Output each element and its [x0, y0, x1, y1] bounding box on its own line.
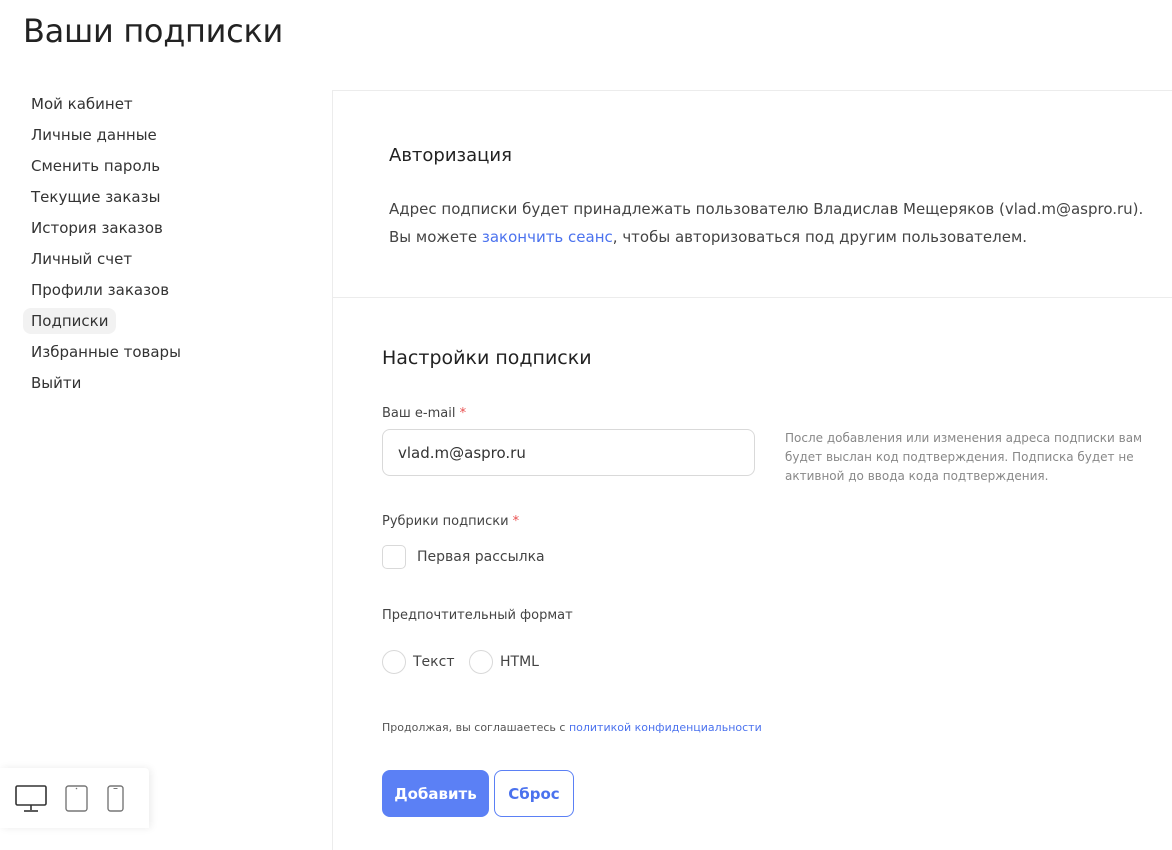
consent-text-before: Продолжая, вы соглашаетесь с	[382, 721, 569, 734]
format-label: Предпочтительный формат	[382, 608, 573, 623]
checkbox-label: Первая рассылка	[417, 549, 545, 565]
required-mark: *	[459, 406, 467, 421]
email-label: Ваш e-mail *	[382, 406, 466, 421]
auth-line-2-after: , чтобы авторизоваться под другим пользо…	[612, 228, 1028, 246]
auth-line-1: Адрес подписки будет принадлежать пользо…	[389, 200, 1144, 218]
sidebar-item-label: История заказов	[31, 219, 163, 237]
privacy-policy-link[interactable]: политикой конфиденциальности	[569, 721, 762, 734]
format-radio-html[interactable]: HTML	[469, 650, 539, 674]
tablet-icon[interactable]	[65, 785, 89, 817]
email-label-text: Ваш e-mail	[382, 406, 456, 421]
sidebar-item-label: Сменить пароль	[31, 157, 161, 175]
subscription-panel: Авторизация Адрес подписки будет принадл…	[332, 90, 1172, 850]
checkbox[interactable]	[382, 545, 406, 569]
sidebar-item-favorites[interactable]: Избранные товары	[23, 337, 303, 368]
radio-label: Текст	[413, 654, 455, 670]
sidebar-item-my-account[interactable]: Мой кабинет	[23, 89, 303, 120]
settings-title: Настройки подписки	[382, 347, 592, 369]
sidebar-item-label: Избранные товары	[31, 343, 181, 361]
sidebar-item-label: Личный счет	[31, 250, 133, 268]
mobile-icon[interactable]	[107, 785, 125, 817]
reset-button[interactable]: Сброс	[494, 770, 574, 817]
sidebar-nav: Мой кабинет Личные данные Сменить пароль…	[23, 89, 303, 399]
sidebar-item-logout[interactable]: Выйти	[23, 368, 303, 399]
radio-label: HTML	[500, 654, 539, 670]
add-button[interactable]: Добавить	[382, 770, 489, 817]
end-session-link[interactable]: закончить сеанс	[482, 228, 613, 246]
sidebar-item-subscriptions[interactable]: Подписки	[23, 306, 303, 337]
radio-button[interactable]	[469, 650, 493, 674]
sidebar-item-label: Личные данные	[31, 126, 157, 144]
sidebar-item-order-profiles[interactable]: Профили заказов	[23, 275, 303, 306]
sidebar-item-change-password[interactable]: Сменить пароль	[23, 151, 303, 182]
format-radio-text[interactable]: Текст	[382, 650, 454, 674]
sidebar-item-label: Выйти	[31, 374, 82, 392]
rubrics-label: Рубрики подписки *	[382, 514, 519, 529]
device-switcher	[0, 768, 149, 828]
auth-text: Адрес подписки будет принадлежать пользо…	[389, 195, 1172, 251]
rubric-checkbox-first-mailing[interactable]: Первая рассылка	[382, 545, 545, 569]
sidebar-item-label: Подписки	[23, 308, 117, 334]
page-title: Ваши подписки	[23, 12, 283, 50]
consent-text: Продолжая, вы соглашаетесь с политикой к…	[382, 721, 762, 734]
auth-section: Авторизация Адрес подписки будет принадл…	[333, 91, 1172, 298]
sidebar-item-label: Мой кабинет	[31, 95, 133, 113]
sidebar-item-personal-data[interactable]: Личные данные	[23, 120, 303, 151]
email-hint: После добавления или изменения адреса по…	[785, 431, 1143, 483]
sidebar-item-order-history[interactable]: История заказов	[23, 213, 303, 244]
sidebar-item-personal-account[interactable]: Личный счет	[23, 244, 303, 275]
required-mark: *	[512, 514, 520, 529]
sidebar-item-label: Профили заказов	[31, 281, 170, 299]
auth-line-2-before: Вы можете	[389, 228, 482, 246]
sidebar-item-current-orders[interactable]: Текущие заказы	[23, 182, 303, 213]
email-field[interactable]	[382, 429, 755, 476]
sidebar-item-label: Текущие заказы	[31, 188, 161, 206]
auth-title: Авторизация	[389, 145, 512, 166]
radio-button[interactable]	[382, 650, 406, 674]
rubrics-label-text: Рубрики подписки	[382, 514, 509, 529]
desktop-icon[interactable]	[15, 785, 47, 817]
